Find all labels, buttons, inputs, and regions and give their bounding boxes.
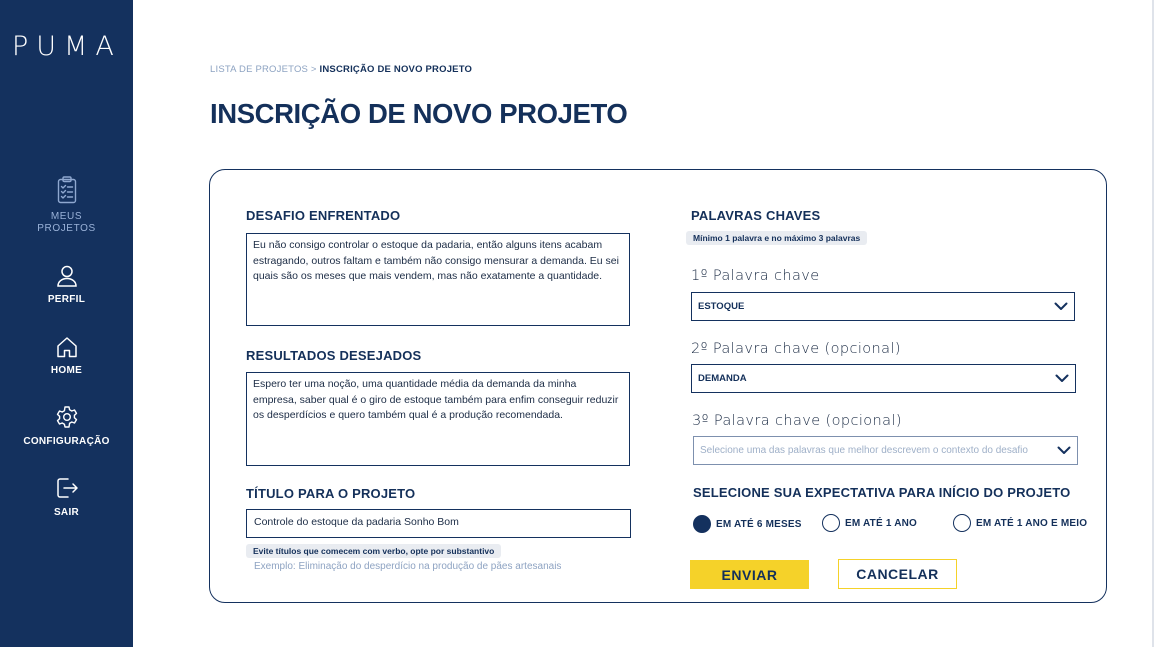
expectation-label: SELECIONE SUA EXPECTATIVA PARA INÍCIO DO… [693,485,1071,500]
app-logo: PUMA [12,31,122,62]
user-icon [56,265,77,287]
chevron-down-icon [1054,302,1068,310]
radio-dot [822,514,840,532]
sidebar-item-perfil[interactable]: PERFIL [0,265,133,306]
radio-6-meses[interactable]: EM ATÉ 6 MESES [693,515,802,533]
submit-button[interactable]: ENVIAR [690,560,809,589]
keyword-1-label: 1º Palavra chave [691,268,820,284]
challenge-label: DESAFIO ENFRENTADO [246,208,401,223]
chevron-down-icon [1057,446,1071,454]
radio-dot [693,515,711,533]
keyword-3-placeholder: Selecione uma das palavras que melhor de… [700,445,1028,456]
project-title-input[interactable]: Controle do estoque da padaria Sonho Bom [246,509,631,538]
breadcrumb-current: INSCRIÇÃO DE NOVO PROJETO [319,64,473,75]
challenge-textarea[interactable]: Eu não consigo controlar o estoque da pa… [246,233,630,326]
keyword-2-label: 2º Palavra chave (opcional) [691,341,901,357]
sidebar-item-label: PERFIL [47,294,86,305]
sidebar-item-configuracao[interactable]: CONFIGURAÇÃO [0,405,133,448]
keyword-3-label: 3º Palavra chave (opcional) [692,413,902,429]
radio-dot [953,514,971,532]
home-icon [56,337,77,358]
keywords-label: PALAVRAS CHAVES [691,208,821,223]
keyword-1-value: ESTOQUE [698,301,745,312]
gear-icon [56,406,77,428]
keyword-2-value: DEMANDA [698,373,747,384]
breadcrumb: LISTA DE PROJETOS > INSCRIÇÃO DE NOVO PR… [210,64,472,75]
keyword-1-select[interactable]: ESTOQUE [691,292,1075,321]
radio-1-ano[interactable]: EM ATÉ 1 ANO [822,514,917,532]
radio-label: EM ATÉ 1 ANO E MEIO [976,517,1088,529]
results-label: RESULTADOS DESEJADOS [246,348,422,363]
sidebar-item-home[interactable]: HOME [0,336,133,377]
keywords-tip-badge: Mínimo 1 palavra e no máximo 3 palavras [686,231,868,245]
page-title: INSCRIÇÃO DE NOVO PROJETO [210,98,628,129]
title-tip-badge: Evite títulos que comecem com verbo, opt… [246,544,502,558]
breadcrumb-link-projects[interactable]: LISTA DE PROJETOS [210,64,308,75]
radio-1-ano-e-meio[interactable]: EM ATÉ 1 ANO E MEIO [953,514,1087,532]
radio-label: EM ATÉ 1 ANO [845,517,918,529]
sidebar-item-label: HOME [50,365,83,376]
sidebar-item-meus-projetos[interactable]: MEUS PROJETOS [0,176,133,235]
sidebar-item-label: SAIR [53,507,80,518]
sidebar: PUMA MEUS PROJETOS PERFIL HOME CONFIGURA… [0,0,133,647]
breadcrumb-separator: > [308,64,320,75]
keyword-2-select[interactable]: DEMANDA [691,364,1076,393]
sidebar-item-label: MEUS PROJETOS [37,211,96,234]
sidebar-item-label: CONFIGURAÇÃO [23,436,110,447]
sidebar-item-sair[interactable]: SAIR [0,476,133,519]
clipboard-list-icon [57,176,76,204]
keyword-3-select[interactable]: Selecione uma das palavras que melhor de… [693,436,1078,465]
logout-icon [56,478,78,498]
results-textarea[interactable]: Espero ter uma noção, uma quantidade méd… [246,372,630,466]
radio-label: EM ATÉ 6 MESES [716,518,802,530]
project-title-label: TÍTULO PARA O PROJETO [246,486,416,501]
chevron-down-icon [1055,374,1069,382]
cancel-button[interactable]: CANCELAR [838,559,957,589]
title-example-hint: Exemplo: Eliminação do desperdício na pr… [254,561,562,572]
